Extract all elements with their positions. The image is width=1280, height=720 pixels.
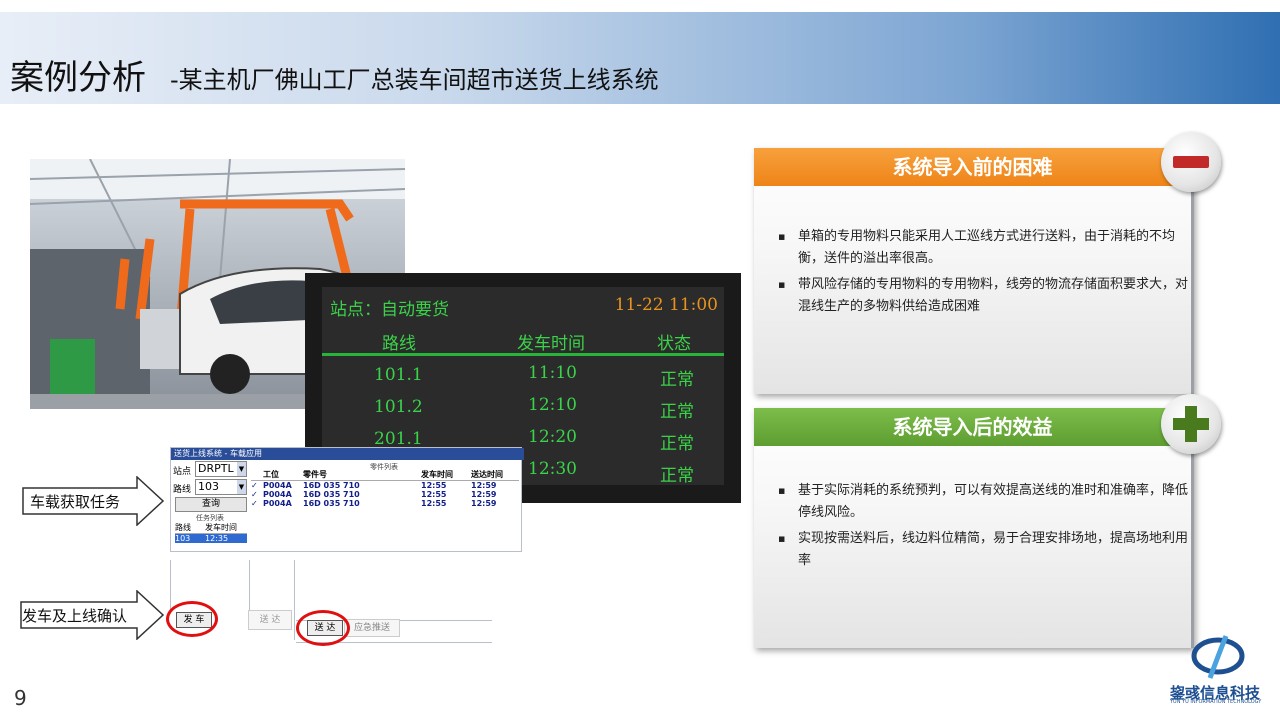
part-station: P004A xyxy=(263,499,292,508)
part-number: 16D 035 710 xyxy=(303,481,360,490)
list-item: 基于实际消耗的系统预判，可以有效提高送线的准时和准确率，降低停线风险。 xyxy=(778,480,1188,524)
step-label-task: 车载获取任务 xyxy=(30,493,121,511)
part-arrive: 12:59 xyxy=(471,490,497,499)
checkbox-icon[interactable]: ✓ xyxy=(251,499,263,508)
deliver-button-disabled: 送 达 xyxy=(248,610,292,630)
board-row-route: 101.1 xyxy=(374,365,423,385)
station-select[interactable]: DRPTL ▼ xyxy=(195,461,247,477)
checkbox-icon[interactable]: ✓ xyxy=(251,490,263,499)
task-row-time: 12:35 xyxy=(205,534,229,543)
highlight-circle xyxy=(296,610,350,646)
board-row-time: 12:20 xyxy=(528,427,577,447)
checkbox-icon[interactable]: ✓ xyxy=(251,481,263,490)
board-divider xyxy=(322,353,724,356)
part-arrive: 12:59 xyxy=(471,499,497,508)
task-list: 路线 发车时间 103 12:35 xyxy=(175,522,247,543)
page-title: 案例分析 xyxy=(10,58,146,98)
board-col-time: 发车时间 xyxy=(517,334,585,354)
task-col-route: 路线 xyxy=(175,523,191,532)
dropdown-icon: ▼ xyxy=(237,462,246,476)
part-depart: 12:55 xyxy=(421,490,447,499)
part-arrive: 12:59 xyxy=(471,481,497,490)
route-value: 103 xyxy=(198,480,219,493)
plus-badge xyxy=(1161,394,1221,454)
company-logo-subtitle: YUN YU INFORMATION TECHNOLOGY xyxy=(1170,699,1262,705)
step-label-depart: 发车及上线确认 xyxy=(22,607,128,625)
minus-icon xyxy=(1173,156,1209,168)
part-station: P004A xyxy=(263,481,292,490)
list-item: 带风险存储的专用物料的专用物料，线旁的物流存储面积要求大，对混线生产的多物料供给… xyxy=(778,274,1188,318)
board-row-route: 201.1 xyxy=(374,429,423,449)
task-list-header: 路线 发车时间 xyxy=(175,522,247,534)
station-value: DRPTL xyxy=(198,462,234,475)
board-row-time: 12:30 xyxy=(528,459,577,479)
board-row-status: 正常 xyxy=(660,402,694,422)
panel-before-list: 单箱的专用物料只能采用人工巡线方式进行送料，由于消耗的不均衡，送件的溢出率很高。… xyxy=(778,226,1188,322)
board-row-time: 11:10 xyxy=(528,363,577,383)
parts-col-depart: 发车时间 xyxy=(421,470,453,479)
vehicle-app-window: 送货上线系统 - 车载应用 站点 DRPTL ▼ 路线 103 ▼ 查询 任务列… xyxy=(170,447,524,552)
list-item: 实现按需送料后，线边料位精简，易于合理安排场地，提高场地利用率 xyxy=(778,528,1188,572)
panel-after-title: 系统导入后的效益 xyxy=(754,408,1191,446)
board-row-status: 正常 xyxy=(660,466,694,486)
part-depart: 12:55 xyxy=(421,481,447,490)
board-row-status: 正常 xyxy=(660,370,694,390)
urgent-push-button[interactable]: 应急推送 xyxy=(344,619,400,637)
part-depart: 12:55 xyxy=(421,499,447,508)
task-row-route: 103 xyxy=(175,534,191,543)
board-row-route: 101.2 xyxy=(374,397,423,417)
table-row[interactable]: ✓ P004A 16D 035 710 12:55 12:59 xyxy=(251,490,519,499)
query-button[interactable]: 查询 xyxy=(175,497,247,512)
part-number: 16D 035 710 xyxy=(303,490,360,499)
panel-after-list: 基于实际消耗的系统预判，可以有效提高送线的准时和准确率，降低停线风险。 实现按需… xyxy=(778,480,1188,576)
board-row-time: 12:10 xyxy=(528,395,577,415)
dropdown-icon: ▼ xyxy=(237,480,246,494)
parts-col-station: 工位 xyxy=(263,470,279,479)
board-col-status: 状态 xyxy=(657,334,691,354)
station-label: 站点 xyxy=(173,467,192,477)
parts-table-header: 工位 零件号 发车时间 送达时间 xyxy=(251,469,519,481)
parts-col-arrive: 送达时间 xyxy=(471,470,503,479)
part-station: P004A xyxy=(263,490,292,499)
highlight-circle xyxy=(166,601,218,637)
board-row-status: 正常 xyxy=(660,434,694,454)
logo-icon xyxy=(1191,635,1245,679)
task-col-time: 发车时间 xyxy=(205,523,237,532)
table-row[interactable]: ✓ P004A 16D 035 710 12:55 12:59 xyxy=(251,481,519,490)
table-row[interactable]: ✓ P004A 16D 035 710 12:55 12:59 xyxy=(251,499,519,508)
board-col-route: 路线 xyxy=(382,334,416,354)
board-datetime: 11-22 11:00 xyxy=(614,295,718,315)
part-number: 16D 035 710 xyxy=(303,499,360,508)
route-label: 路线 xyxy=(173,485,192,495)
panel-before-title: 系统导入前的困难 xyxy=(754,148,1191,186)
task-row-selected[interactable]: 103 12:35 xyxy=(175,534,247,543)
list-item: 单箱的专用物料只能采用人工巡线方式进行送料，由于消耗的不均衡，送件的溢出率很高。 xyxy=(778,226,1188,270)
route-select[interactable]: 103 ▼ xyxy=(195,479,247,495)
board-station: 站点：自动要货 xyxy=(330,300,449,320)
app-title-bar: 送货上线系统 - 车载应用 xyxy=(171,448,524,460)
page-subtitle: -某主机厂佛山工厂总装车间超市送货上线系统 xyxy=(170,66,659,94)
minus-badge xyxy=(1161,132,1221,192)
page-number: 9 xyxy=(14,686,27,710)
parts-table: 工位 零件号 发车时间 送达时间 ✓ P004A 16D 035 710 12:… xyxy=(251,469,519,508)
parts-col-part: 零件号 xyxy=(303,470,327,479)
